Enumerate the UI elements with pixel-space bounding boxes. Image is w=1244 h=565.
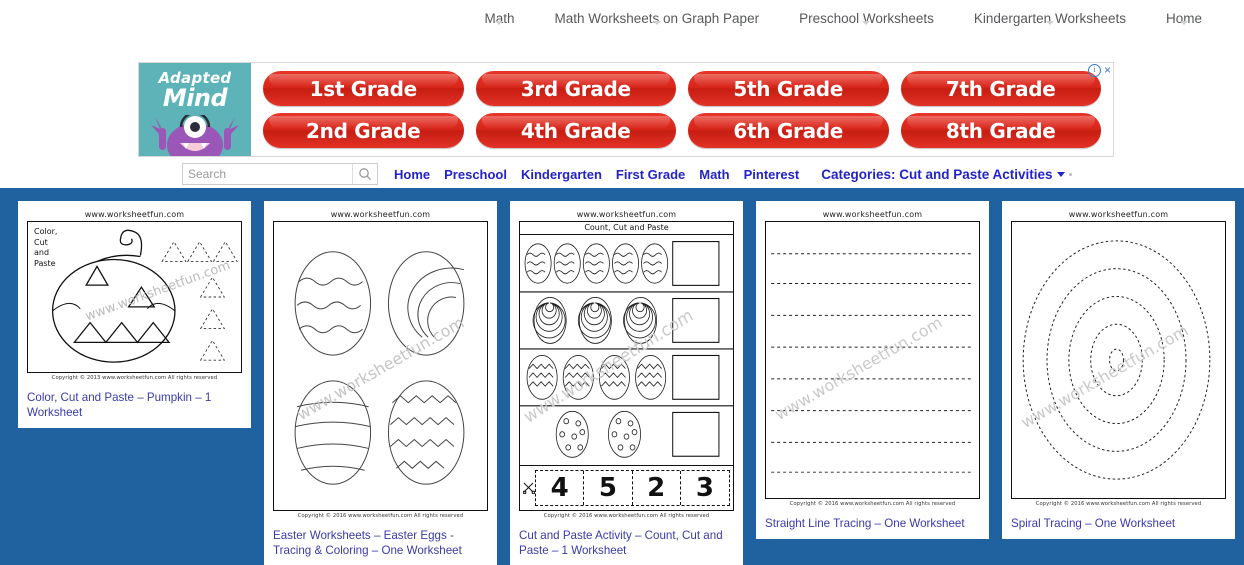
ad-button-7th-grade[interactable]: 7th Grade bbox=[900, 71, 1101, 106]
worksheet-card-pumpkin[interactable]: www.worksheetfun.com Color, Cut and Paste bbox=[18, 201, 251, 428]
site-nav-links: Home Preschool Kindergarten First Grade … bbox=[394, 167, 799, 182]
worksheet-caption-link[interactable]: Color, Cut and Paste – Pumpkin – 1 Works… bbox=[27, 390, 242, 420]
cut-number-tile: 2 bbox=[633, 471, 681, 505]
worksheet-sheet-title: Count, Cut and Paste bbox=[520, 222, 733, 235]
worksheet-canvas: www.worksheetfun.com bbox=[1011, 221, 1226, 499]
nav-link-home[interactable]: Home bbox=[394, 167, 430, 182]
chevron-down-icon bbox=[1056, 171, 1065, 177]
worksheet-site-url: www.worksheetfun.com bbox=[1068, 210, 1169, 219]
svg-text:www.worksheetfun.com: www.worksheetfun.com bbox=[294, 313, 468, 424]
worksheet-instruction-label: Color, Cut and Paste bbox=[34, 227, 58, 268]
ad-corner-controls: i × bbox=[1087, 64, 1111, 77]
svg-text:www.worksheetfun.com: www.worksheetfun.com bbox=[520, 304, 696, 427]
worksheet-copyright: Copyright © 2016 www.worksheetfun.com Al… bbox=[543, 513, 710, 519]
close-icon[interactable]: × bbox=[1104, 64, 1111, 76]
advertisement-banner[interactable]: i × Adapted Mind 1st Grade 3rd Grade 5th… bbox=[138, 62, 1114, 157]
worksheet-caption-link[interactable]: Easter Worksheets – Easter Eggs - Tracin… bbox=[273, 528, 488, 558]
adaptedmind-logo[interactable]: Adapted Mind bbox=[139, 63, 251, 156]
worksheet-copyright: Copyright © 2016 www.worksheetfun.com Al… bbox=[789, 501, 956, 507]
straight-lines-illustration: www.worksheetfun.com bbox=[771, 253, 974, 473]
worksheet-caption-link[interactable]: Straight Line Tracing – One Worksheet bbox=[765, 516, 980, 531]
search-icon bbox=[359, 168, 372, 181]
worksheet-thumbnail: www.worksheetfun.com Count, Cut and Past… bbox=[519, 210, 734, 519]
worksheet-canvas: www.worksheetfun.com bbox=[273, 221, 488, 511]
ad-button-4th-grade[interactable]: 4th Grade bbox=[475, 113, 676, 148]
worksheet-grid-area: www.worksheetfun.com Color, Cut and Paste bbox=[0, 188, 1244, 565]
worksheet-caption-link[interactable]: Spiral Tracing – One Worksheet bbox=[1011, 516, 1226, 531]
worksheet-thumbnail: www.worksheetfun.com Color, Cut and Paste bbox=[27, 210, 242, 381]
svg-text:www.worksheetfun.com: www.worksheetfun.com bbox=[1018, 321, 1192, 432]
worksheet-site-url: www.worksheetfun.com bbox=[330, 210, 431, 219]
worksheet-copyright: Copyright © 2013 www.worksheetfun.com Al… bbox=[51, 375, 218, 381]
pumpkin-illustration: www.worksheetfun.com bbox=[51, 229, 238, 363]
monster-mascot-icon bbox=[151, 115, 239, 156]
worksheet-card-easter-eggs[interactable]: www.worksheetfun.com www.worksheetfun.co… bbox=[264, 201, 497, 565]
cut-number-tile: 5 bbox=[584, 471, 633, 505]
ad-grade-buttons: 1st Grade 3rd Grade 5th Grade 7th Grade … bbox=[251, 63, 1113, 156]
topnav-item-home[interactable]: Home bbox=[1146, 0, 1222, 26]
nav-link-first-grade[interactable]: First Grade bbox=[616, 167, 685, 182]
topnav-item-preschool[interactable]: Preschool Worksheets bbox=[779, 0, 954, 26]
count-rows-illustration: www.worksheetfun.com bbox=[520, 241, 733, 458]
search-box[interactable] bbox=[182, 163, 378, 185]
ad-button-6th-grade[interactable]: 6th Grade bbox=[688, 113, 889, 148]
spiral-illustration: www.worksheetfun.com bbox=[1018, 240, 1211, 480]
nav-link-kindergarten[interactable]: Kindergarten bbox=[521, 167, 602, 182]
worksheet-canvas: Color, Cut and Paste www.worksheetfun.co… bbox=[27, 221, 242, 373]
worksheet-thumbnail: www.worksheetfun.com www.worksheetfun.co… bbox=[1011, 210, 1226, 507]
ad-brand-line2: Mind bbox=[162, 84, 228, 112]
easter-eggs-illustration: www.worksheetfun.com bbox=[294, 251, 468, 485]
worksheet-card-spiral-tracing[interactable]: www.worksheetfun.com www.worksheetfun.co… bbox=[1002, 201, 1235, 539]
site-link-bar: Home Preschool Kindergarten First Grade … bbox=[0, 160, 1244, 188]
ad-button-8th-grade[interactable]: 8th Grade bbox=[900, 113, 1101, 148]
search-input[interactable] bbox=[183, 164, 352, 184]
worksheet-canvas: www.worksheetfun.com bbox=[765, 221, 980, 499]
top-navigation: Math Math Worksheets on Graph Paper Pres… bbox=[0, 0, 1244, 44]
topnav-item-math[interactable]: Math bbox=[464, 0, 534, 26]
ad-button-3rd-grade[interactable]: 3rd Grade bbox=[475, 71, 676, 106]
svg-text:www.worksheetfun.com: www.worksheetfun.com bbox=[772, 313, 946, 424]
ad-button-1st-grade[interactable]: 1st Grade bbox=[263, 71, 464, 106]
ad-button-2nd-grade[interactable]: 2nd Grade bbox=[263, 113, 464, 148]
topnav-item-graph-paper[interactable]: Math Worksheets on Graph Paper bbox=[534, 0, 779, 26]
chevron-down-icon bbox=[1045, 21, 1054, 25]
info-icon[interactable]: i bbox=[1087, 64, 1101, 77]
chevron-down-icon bbox=[495, 21, 504, 25]
separator-dot bbox=[1068, 172, 1072, 176]
worksheet-site-url: www.worksheetfun.com bbox=[576, 210, 677, 219]
search-button[interactable] bbox=[352, 164, 377, 184]
cut-number-tile: 3 bbox=[695, 473, 714, 503]
worksheet-copyright: Copyright © 2016 www.worksheetfun.com Al… bbox=[297, 513, 464, 519]
worksheet-caption-link[interactable]: Cut and Paste Activity – Count, Cut and … bbox=[519, 528, 734, 558]
topnav-item-kindergarten[interactable]: Kindergarten Worksheets bbox=[954, 0, 1146, 26]
chevron-down-icon bbox=[1179, 21, 1188, 25]
worksheet-copyright: Copyright © 2016 www.worksheetfun.com Al… bbox=[1035, 501, 1202, 507]
worksheet-card-straight-line-tracing[interactable]: www.worksheetfun.com www.worksheetfun.co… bbox=[756, 201, 989, 539]
worksheet-site-url: www.worksheetfun.com bbox=[84, 210, 185, 219]
worksheet-grid: www.worksheetfun.com Color, Cut and Paste bbox=[0, 188, 1244, 565]
cut-number-tile: 4 bbox=[536, 471, 585, 505]
worksheet-card-count-cut-paste[interactable]: www.worksheetfun.com Count, Cut and Past… bbox=[510, 201, 743, 565]
scissors-icon bbox=[523, 482, 535, 494]
worksheet-canvas: Count, Cut and Paste www.worksheetfun.co… bbox=[519, 221, 734, 511]
svg-text:www.worksheetfun.com: www.worksheetfun.com bbox=[83, 258, 232, 324]
nav-link-preschool[interactable]: Preschool bbox=[444, 167, 507, 182]
chevron-down-icon bbox=[652, 21, 661, 25]
worksheet-site-url: www.worksheetfun.com bbox=[822, 210, 923, 219]
nav-link-math[interactable]: Math bbox=[699, 167, 729, 182]
ad-button-5th-grade[interactable]: 5th Grade bbox=[688, 71, 889, 106]
categories-label: Categories: Cut and Paste Activities bbox=[821, 166, 1053, 182]
categories-dropdown[interactable]: Categories: Cut and Paste Activities bbox=[821, 166, 1072, 182]
worksheet-thumbnail: www.worksheetfun.com www.worksheetfun.co… bbox=[273, 210, 488, 519]
nav-link-pinterest[interactable]: Pinterest bbox=[744, 167, 800, 182]
worksheet-thumbnail: www.worksheetfun.com www.worksheetfun.co… bbox=[765, 210, 980, 507]
chevron-down-icon bbox=[862, 21, 871, 25]
